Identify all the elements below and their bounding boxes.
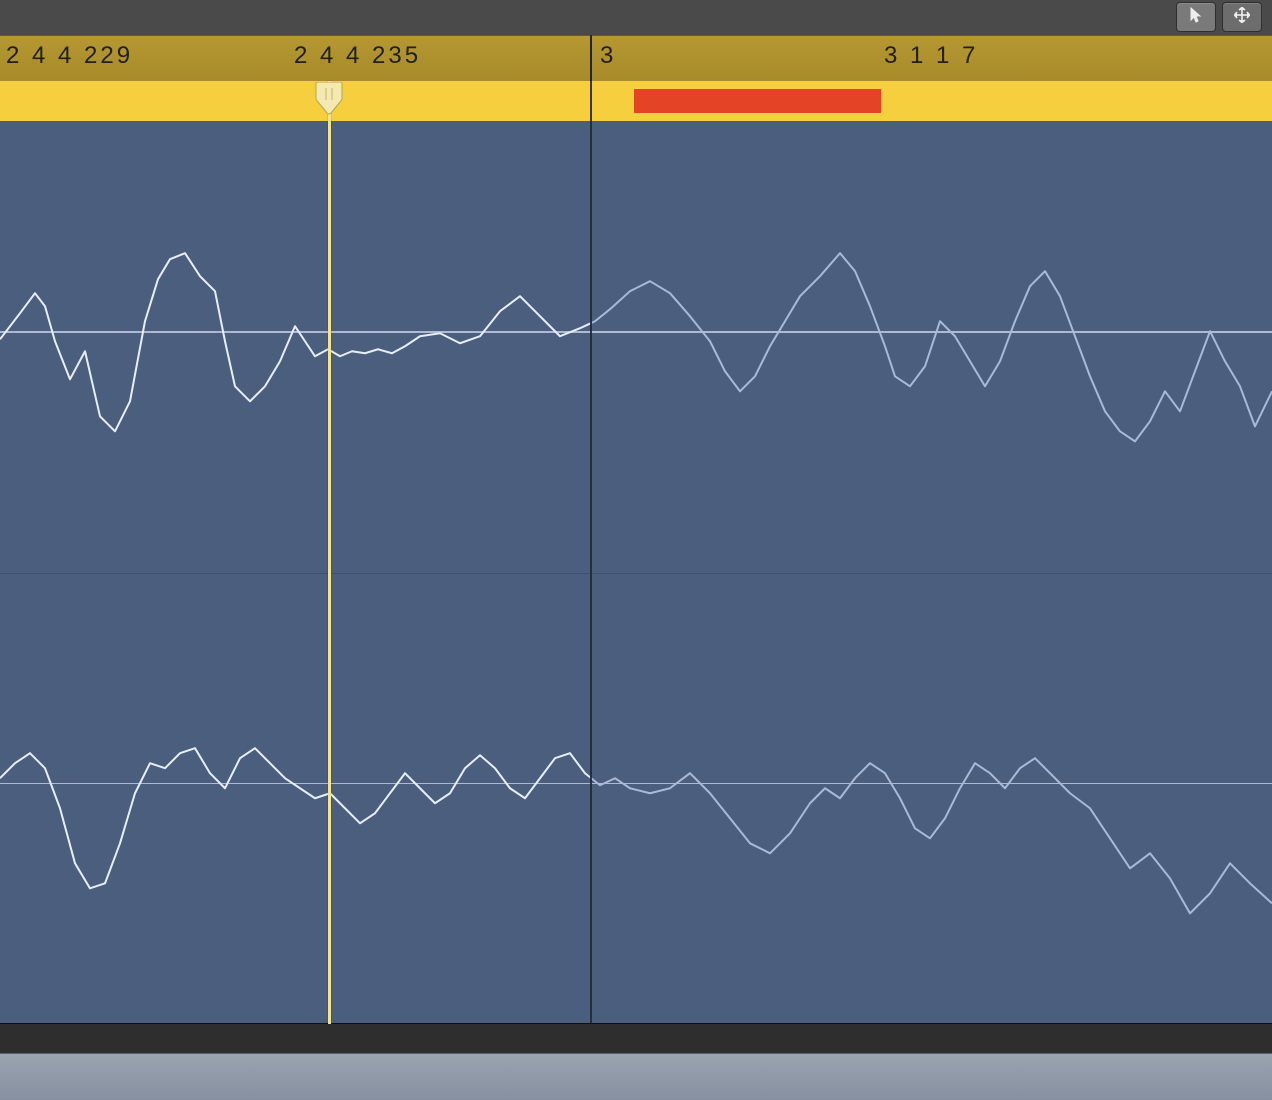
playhead-handle[interactable]: [312, 82, 346, 116]
bottom-toolbar: [0, 1023, 1272, 1054]
bottom-overview-strip[interactable]: [0, 1053, 1272, 1100]
toolbar: [0, 0, 1272, 36]
waveform-path-right: [0, 573, 1272, 1025]
region-header[interactable]: [0, 81, 1272, 122]
ruler-label: 2 4 4 229: [6, 42, 133, 70]
waveform-channel-left: [0, 121, 1272, 574]
waveform-editor[interactable]: [0, 121, 1272, 1024]
waveform-path-left: [0, 121, 1272, 573]
region-marker-red[interactable]: [634, 89, 881, 113]
move-tool-button[interactable]: [1222, 2, 1262, 32]
pointer-icon: [1188, 7, 1204, 28]
waveform-channel-right: [0, 573, 1272, 1025]
ruler-label: 2 4 4 235: [294, 42, 421, 70]
move-icon: [1234, 7, 1250, 28]
timeline-ruler[interactable]: 2 4 4 229 2 4 4 235 3 3 1 1 7: [0, 35, 1272, 83]
pointer-tool-button[interactable]: [1176, 2, 1216, 32]
ruler-label: 3 1 1 7: [884, 42, 978, 70]
tool-button-group: [1176, 2, 1262, 32]
region-boundary-line: [590, 35, 592, 1024]
playhead-line[interactable]: [328, 81, 331, 1024]
ruler-label: 3: [600, 42, 616, 70]
